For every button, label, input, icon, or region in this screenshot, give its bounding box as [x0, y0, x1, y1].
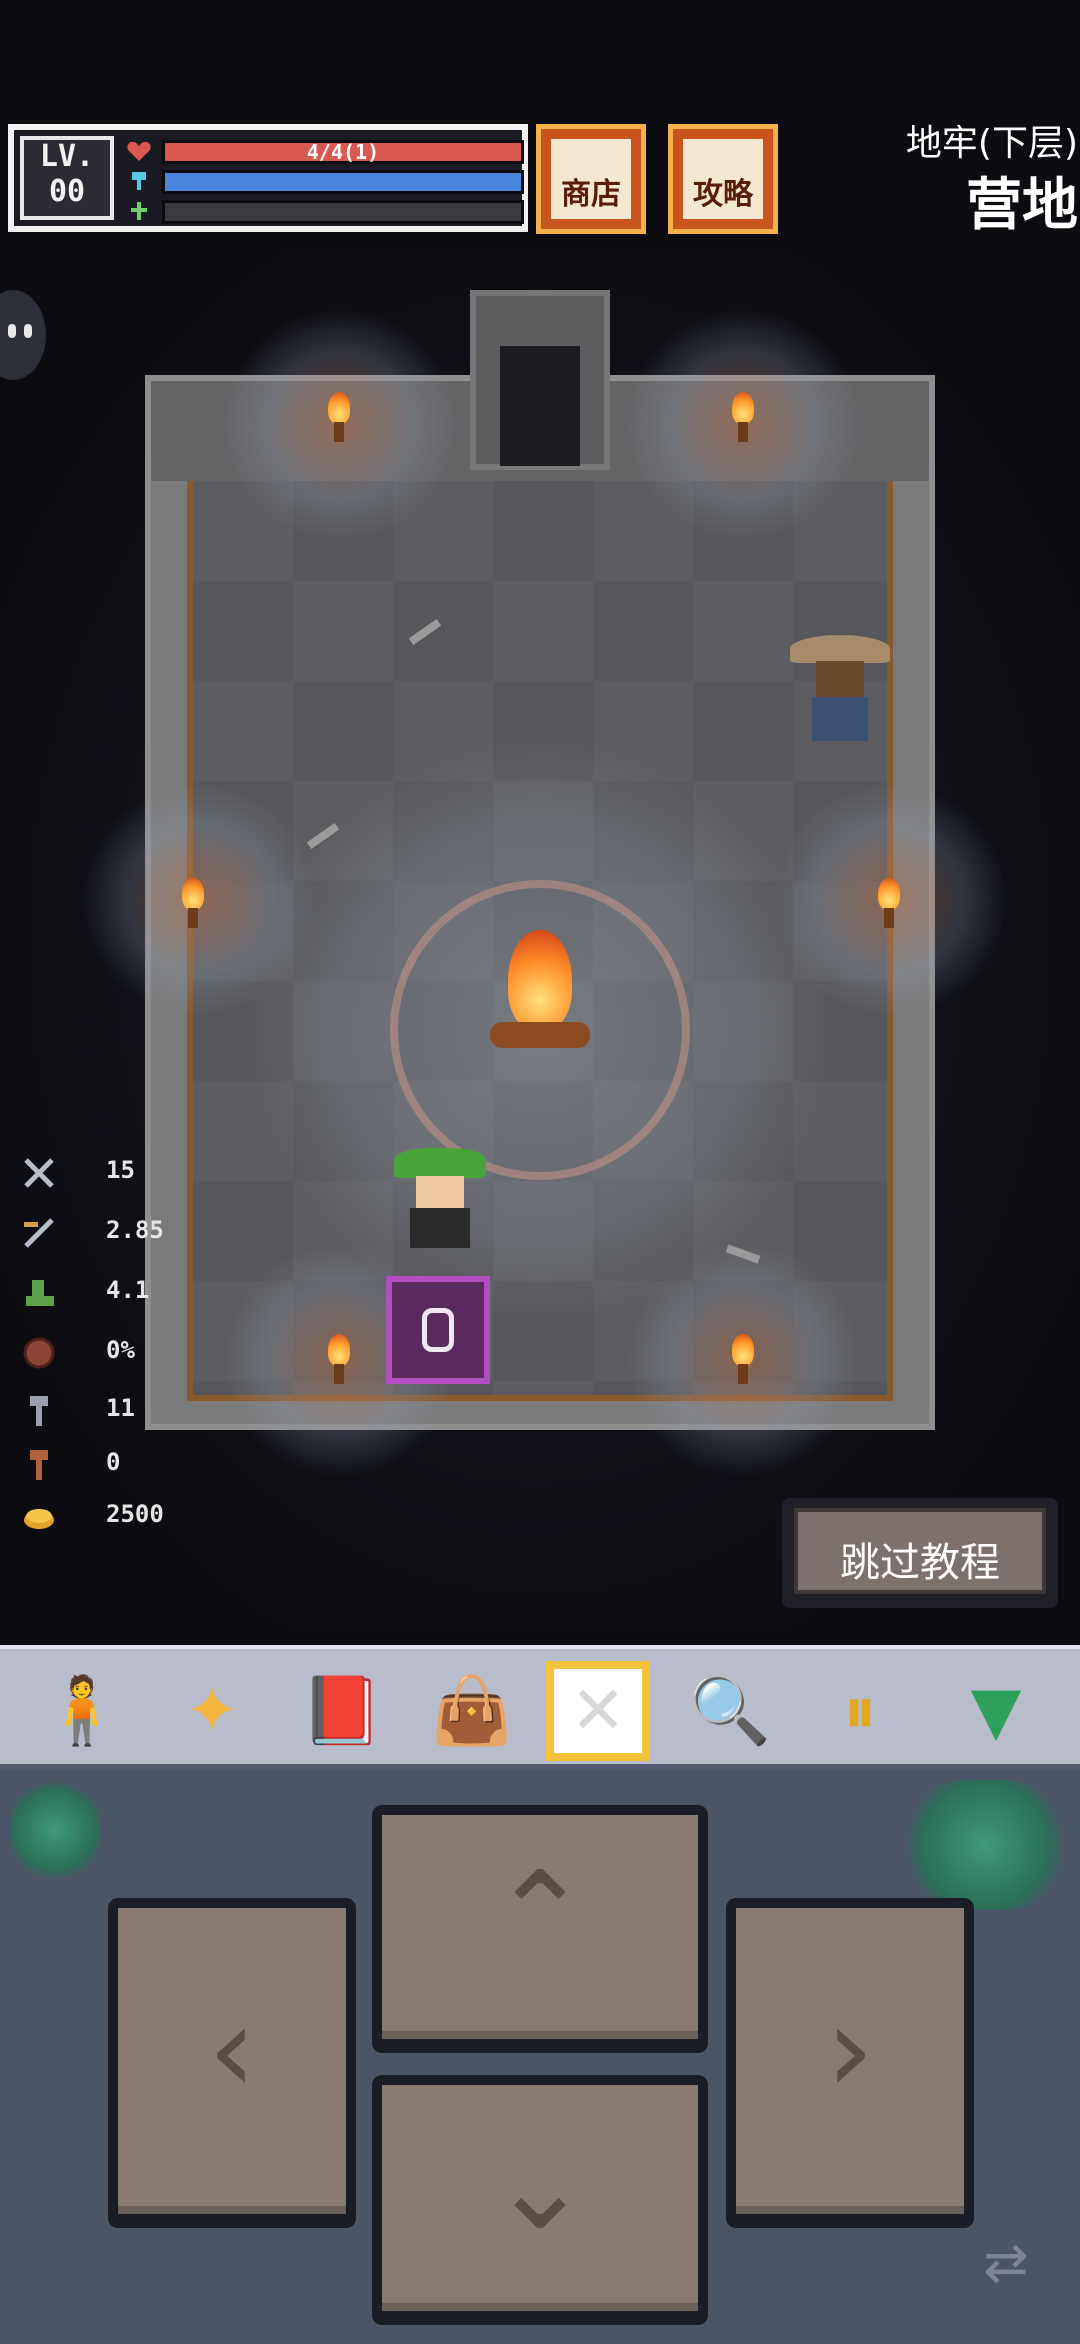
vine-decoration	[10, 1780, 100, 1880]
torch-icon	[322, 1334, 356, 1384]
shop-label: 商店	[561, 177, 621, 212]
move-up-button[interactable]: ⌃	[372, 1805, 708, 2053]
torch-icon	[726, 1334, 760, 1384]
skip-tutorial-button[interactable]: 跳过教程	[782, 1498, 1058, 1608]
gold-icon	[22, 1500, 56, 1534]
bronze-key-icon	[22, 1448, 56, 1482]
inventory-button[interactable]: 👜	[420, 1661, 524, 1761]
arrow-up-icon: ⌃	[489, 1847, 591, 1986]
torch-icon	[176, 878, 210, 928]
sword-icon	[22, 1156, 56, 1190]
stat-defense-value: 0%	[106, 1336, 135, 1364]
campfire[interactable]	[490, 930, 590, 1070]
collapse-toolbar-button[interactable]: ▼	[944, 1661, 1048, 1761]
lock-icon	[422, 1308, 454, 1352]
player-character[interactable]	[390, 1140, 490, 1250]
shield-icon	[22, 1336, 56, 1370]
location-name: 营地	[966, 173, 1078, 238]
arrow-left-icon: ‹	[208, 1981, 256, 2120]
torch-icon	[322, 392, 356, 442]
level-label: LV.	[39, 139, 95, 174]
locked-chest[interactable]	[386, 1276, 490, 1384]
key-icon	[22, 1394, 56, 1428]
stat-attack-speed-value: 2.85	[106, 1216, 164, 1244]
torch-icon	[872, 878, 906, 928]
stat-move-speed: 4.1	[18, 1272, 218, 1312]
stat-move-speed-value: 4.1	[106, 1276, 150, 1304]
level-value: 00	[48, 174, 86, 209]
heart-icon	[126, 140, 152, 162]
shop-button[interactable]: 商店	[536, 124, 646, 234]
stat-bronze-keys-value: 0	[106, 1448, 121, 1476]
guide-button[interactable]: 攻略	[668, 124, 778, 234]
experience-icon	[126, 200, 152, 222]
guide-label: 攻略	[693, 177, 753, 212]
boot-icon	[22, 1276, 56, 1310]
search-button[interactable]: 🔍	[678, 1661, 782, 1761]
health-text: 4/4(1)	[306, 140, 380, 164]
level-badge: LV. 00	[20, 136, 114, 220]
pause-button[interactable]: ⏸	[808, 1661, 912, 1761]
experience-bar	[162, 200, 524, 224]
stairs-doorway[interactable]	[470, 290, 610, 470]
stat-attack-value: 15	[106, 1156, 135, 1184]
arrow-right-icon: ›	[826, 1981, 874, 2120]
stat-keys: 11	[18, 1390, 218, 1430]
book-icon: 📕	[300, 1672, 384, 1749]
attack-speed-icon	[22, 1216, 56, 1250]
search-icon: 🔍	[688, 1672, 772, 1749]
player-status-panel: LV. 00 4/4(1)	[8, 124, 528, 232]
torch-icon	[726, 392, 760, 442]
mana-icon	[126, 170, 152, 192]
bag-icon: 👜	[430, 1672, 514, 1749]
swap-icon[interactable]: ⇄	[966, 2228, 1046, 2298]
move-right-button[interactable]: ›	[726, 1898, 974, 2228]
pause-icon: ⏸	[843, 1672, 877, 1749]
stat-keys-value: 11	[106, 1394, 135, 1422]
mana-bar	[162, 170, 524, 194]
selection-target-icon: ✕	[570, 1672, 626, 1749]
action-toolbar: 🧍 ✦ 📕 👜 ✕ 🔍 ⏸ ▼	[0, 1645, 1080, 1770]
journal-button[interactable]: 📕	[290, 1661, 394, 1761]
character-icon: 🧍	[40, 1672, 124, 1749]
stat-attack-speed: 2.85	[18, 1212, 218, 1252]
stat-gold-value: 2500	[106, 1500, 164, 1528]
character-button[interactable]: 🧍	[30, 1661, 134, 1761]
stat-defense: 0%	[18, 1332, 218, 1372]
skills-button[interactable]: ✦	[160, 1661, 264, 1761]
collapse-triangle-icon: ▼	[970, 1672, 1022, 1749]
skill-sparkle-icon: ✦	[184, 1672, 240, 1749]
stat-bronze-keys: 0	[18, 1444, 218, 1484]
stat-gold: 2500	[18, 1496, 218, 1536]
scarecrow-npc[interactable]	[790, 635, 890, 745]
move-down-button[interactable]: ⌄	[372, 2075, 708, 2325]
move-left-button[interactable]: ‹	[108, 1898, 356, 2228]
arrow-down-icon: ⌄	[489, 2118, 591, 2257]
health-bar: 4/4(1)	[162, 140, 524, 164]
stat-attack: 15	[18, 1152, 218, 1192]
skip-tutorial-label: 跳过教程	[840, 1540, 1000, 1586]
target-select-button[interactable]: ✕	[546, 1661, 650, 1761]
leaf-decoration	[900, 1780, 1070, 1910]
dungeon-area: 地牢(下层)	[905, 123, 1078, 164]
